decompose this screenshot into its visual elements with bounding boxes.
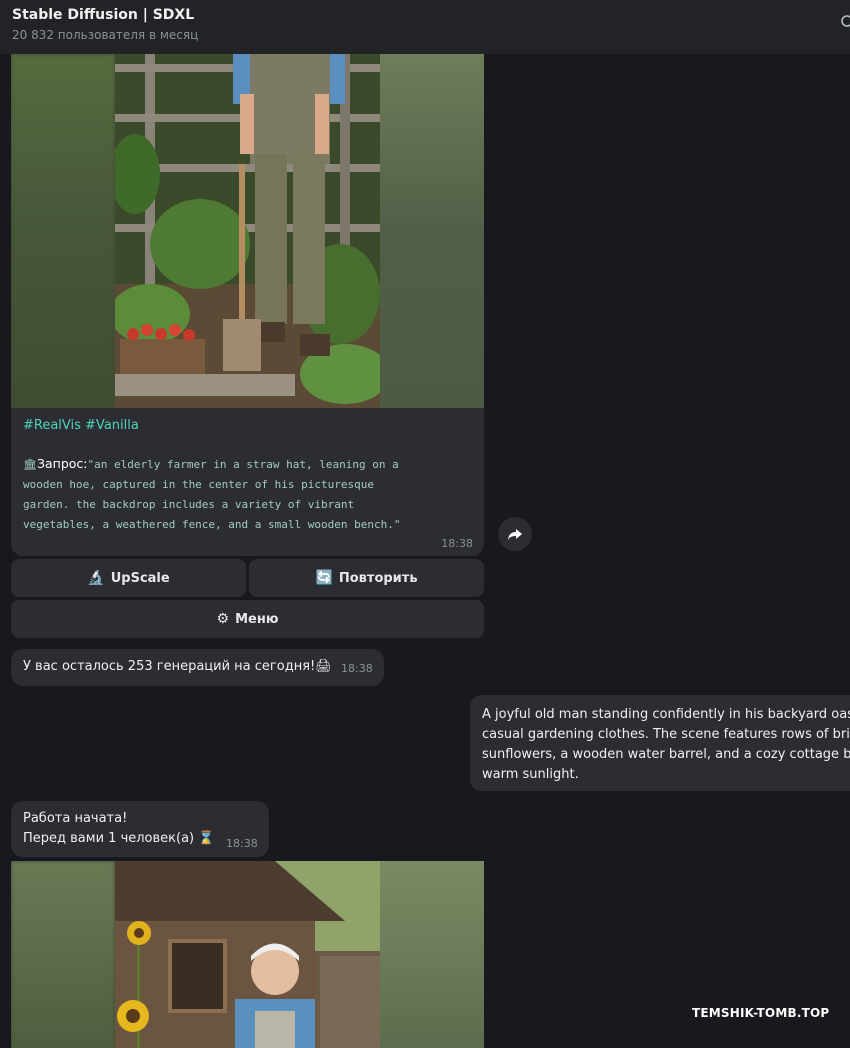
prompt-line-1: "an elderly farmer in a straw hat, leani… — [87, 458, 399, 471]
generated-image-farmer[interactable] — [11, 54, 484, 408]
gear-icon: ⚙ — [216, 611, 230, 627]
chat-header[interactable]: Stable Diffusion | SDXL 20 832 пользоват… — [0, 0, 850, 54]
prompt-line-2: wooden hoe, captured in the center of hi… — [23, 478, 374, 491]
caption-bubble[interactable]: #RealVis #Vanilla 🏛Запрос:"an elderly fa… — [11, 408, 484, 556]
search-icon[interactable] — [840, 14, 850, 30]
farmer-garden-image — [115, 54, 380, 408]
image-blur-right — [380, 861, 484, 1048]
message-time: 18:38 — [441, 537, 473, 550]
outgoing-line-2: casual gardening clothes. The scene feat… — [482, 727, 850, 742]
hashtags[interactable]: #RealVis #Vanilla — [23, 418, 139, 433]
prompt-text: 🏛Запрос:"an elderly farmer in a straw ha… — [23, 454, 473, 535]
status-line-1: Работа начата! — [23, 811, 128, 826]
repeat-button[interactable]: 🔄 Повторить — [249, 559, 484, 597]
share-button[interactable] — [498, 517, 532, 551]
share-icon — [508, 529, 522, 540]
outgoing-line-4: warm sunlight. — [482, 767, 579, 782]
old-man-cottage-image — [115, 861, 380, 1048]
remaining-message[interactable]: У вас осталось 253 генераций на сегодня!… — [11, 649, 384, 686]
prompt-line-4: vegetables, a weathered fence, and a sma… — [23, 518, 401, 531]
status-message[interactable]: Работа начата! Перед вами 1 человек(а) ⌛… — [11, 801, 269, 857]
image-blur-left — [11, 861, 115, 1048]
microscope-icon: 🔬 — [87, 570, 105, 586]
repeat-label: Повторить — [338, 570, 418, 586]
chat-subtitle: 20 832 пользователя в месяц — [12, 28, 199, 42]
prompt-line-3: garden. the backdrop includes a variety … — [23, 498, 355, 511]
generated-image-old-man[interactable] — [11, 861, 484, 1048]
prompt-label: Запрос: — [36, 456, 88, 471]
message-time: 18:38 — [226, 837, 258, 850]
hourglass-icon: ⌛ — [198, 831, 215, 846]
repeat-icon: 🔄 — [315, 570, 333, 586]
outgoing-line-3: sunflowers, a wooden water barrel, and a… — [482, 747, 850, 762]
chat-title: Stable Diffusion | SDXL — [12, 7, 195, 23]
message-time: 18:38 — [341, 662, 373, 675]
museum-icon: 🏛 — [23, 458, 37, 471]
image-blur-right — [380, 54, 484, 408]
image-blur-left — [11, 54, 115, 408]
upscale-button[interactable]: 🔬 UpScale — [11, 559, 246, 597]
menu-button[interactable]: ⚙ Меню — [11, 600, 484, 638]
printer-icon: 🖨 — [315, 659, 332, 674]
remaining-text: У вас осталось 253 генераций на сегодня!… — [23, 659, 332, 674]
status-line-2: Перед вами 1 человек(а) ⌛ — [23, 831, 215, 846]
message-feed[interactable]: #RealVis #Vanilla 🏛Запрос:"an elderly fa… — [0, 54, 850, 1048]
outgoing-line-1: A joyful old man standing confidently in… — [482, 707, 850, 722]
watermark: TEMSHIK-TOMB.TOP — [692, 1006, 830, 1020]
outgoing-text: A joyful old man standing confidently in… — [482, 705, 850, 785]
upscale-label: UpScale — [110, 570, 170, 586]
outgoing-message[interactable]: A joyful old man standing confidently in… — [470, 695, 850, 791]
menu-label: Меню — [235, 611, 279, 627]
